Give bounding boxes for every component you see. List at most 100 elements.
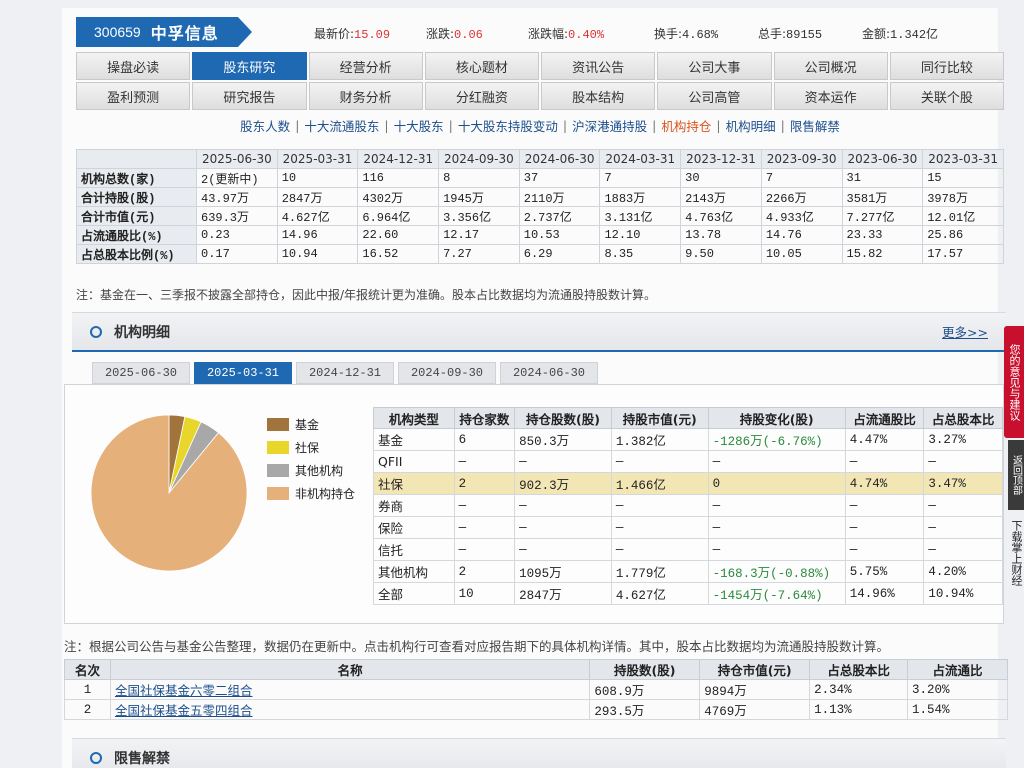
- subnav-link[interactable]: 股东人数: [240, 116, 290, 135]
- column-header: 2024-06-30: [518, 149, 601, 169]
- table-row: 占总股本比例(%) 0.17 10.94 16.52 7.27 6.29 8.35 9.50 1…: [76, 244, 1004, 264]
- section-title: 限售解禁: [114, 750, 170, 767]
- institution-summary-table: 2025-06-30 2025-03-31 2024-12-31 2024-09-30…: [76, 149, 1004, 264]
- institution-name-link[interactable]: 全国社保基金六零二组合: [109, 679, 591, 700]
- table-cell: 7: [760, 168, 843, 188]
- date-tab[interactable]: 2024-12-31: [296, 362, 394, 384]
- table-cell: 4.933亿: [760, 206, 843, 226]
- table-cell: —: [514, 538, 612, 561]
- subnav-link[interactable]: 十大流通股东: [304, 116, 379, 135]
- legend-item: 非机构持仓: [267, 482, 355, 505]
- subnav-link[interactable]: 沪深港通持股: [572, 116, 647, 135]
- table-cell: 其他机构: [373, 560, 455, 583]
- more-link[interactable]: 更多>>: [942, 322, 988, 341]
- institution-name-link[interactable]: 全国社保基金五零四组合: [109, 699, 591, 720]
- column-header: 2024-09-30: [438, 149, 520, 169]
- table-cell: 0.17: [196, 244, 278, 264]
- institution-row[interactable]: 全部 10 2847万 4.627亿 -1454万(-7.64%) 14.96% 10.94…: [373, 582, 1003, 605]
- nav-row-2: 盈利预测 研究报告 财务分析 分红融资 股本结构 公司高管 资本运作 关联个股: [76, 82, 1006, 110]
- table-cell: 16.52: [357, 244, 440, 264]
- nav-tab[interactable]: 研究报告: [192, 82, 307, 110]
- table-cell: 1.466亿: [610, 472, 709, 495]
- date-tab[interactable]: 2024-06-30: [500, 362, 598, 384]
- institution-row[interactable]: 信托 — — — — — —: [373, 538, 1003, 561]
- row-label: 合计市值(元): [76, 206, 197, 226]
- table-cell: 116: [357, 168, 440, 188]
- nav-row-1: 操盘必读 股东研究 经营分析 核心题材 资讯公告 公司大事 公司概况 同行比较: [76, 52, 1006, 80]
- row-label: 占流通股比(%): [76, 225, 197, 245]
- column-header: 持股数(股): [589, 659, 701, 680]
- quote-turnover: 换手:4.68%: [654, 27, 719, 42]
- table-cell: -1286万(-6.76%): [707, 428, 846, 451]
- institution-rank-table: 名次 名称 持股数(股) 持仓市值(元) 占总股本比 占流通比 1 全国社保基金六零二组合 60…: [64, 659, 1008, 720]
- table-cell: —: [707, 516, 846, 539]
- institution-row[interactable]: 其他机构 2 1095万 1.779亿 -168.3万(-0.88%) 5.75% 4.20…: [373, 560, 1003, 583]
- nav-tab[interactable]: 分红融资: [424, 82, 539, 110]
- table-cell: 3.356亿: [438, 206, 520, 226]
- nav-tab[interactable]: 核心题材: [424, 52, 539, 80]
- table-cell: 902.3万: [514, 472, 612, 495]
- holding-pie-chart: [90, 414, 248, 572]
- column-header: 持股市值(元): [610, 407, 709, 429]
- table-cell: 2: [64, 699, 111, 720]
- nav-tab[interactable]: 公司概况: [773, 52, 888, 80]
- nav-tab[interactable]: 经营分析: [308, 52, 423, 80]
- table-cell: —: [514, 494, 612, 517]
- nav-tab[interactable]: 关联个股: [889, 82, 1004, 110]
- feedback-button[interactable]: 您的意见与建议: [1004, 326, 1024, 438]
- date-tab[interactable]: 2025-06-30: [92, 362, 190, 384]
- institution-row[interactable]: 保险 — — — — — —: [373, 516, 1003, 539]
- table-cell: 4.74%: [844, 472, 925, 495]
- stock-header: 300659 中孚信息 最新价:15.09 涨跌:0.06 涨跌幅:0.40% …: [76, 17, 1006, 51]
- nav-tab[interactable]: 股本结构: [541, 82, 656, 110]
- subnav-link[interactable]: 机构持仓: [661, 116, 711, 135]
- table-cell: 2.737亿: [518, 206, 601, 226]
- nav-tab[interactable]: 财务分析: [308, 82, 423, 110]
- table-cell: 15.82: [841, 244, 924, 264]
- subnav-separator: |: [295, 117, 300, 133]
- row-label: 合计持股(股): [76, 187, 197, 207]
- subnav-link[interactable]: 十大股东持股变动: [458, 116, 558, 135]
- date-tab[interactable]: 2025-03-31: [194, 362, 292, 384]
- subnav-link[interactable]: 十大股东: [394, 116, 444, 135]
- subnav-link[interactable]: 限售解禁: [790, 116, 840, 135]
- institution-row[interactable]: 社保 2 902.3万 1.466亿 0 4.74% 3.47%: [373, 472, 1003, 495]
- table-cell: 15: [922, 168, 1004, 188]
- table-cell: 10.94%: [923, 582, 1003, 605]
- table-cell: —: [610, 450, 709, 473]
- table-cell: 4.627亿: [610, 582, 709, 605]
- table-cell: —: [453, 516, 516, 539]
- subnav-link[interactable]: 机构明细: [726, 116, 776, 135]
- table-cell: -168.3万(-0.88%): [707, 560, 846, 583]
- nav-tab[interactable]: 同行比较: [889, 52, 1004, 80]
- institution-row[interactable]: QFII — — — — — —: [373, 450, 1003, 473]
- table-cell: 850.3万: [514, 428, 612, 451]
- nav-tab[interactable]: 股东研究: [192, 52, 307, 80]
- nav-tab[interactable]: 资本运作: [773, 82, 888, 110]
- stock-name: 中孚信息: [150, 24, 219, 43]
- table-cell: 7.27: [438, 244, 520, 264]
- date-tab[interactable]: 2024-09-30: [398, 362, 496, 384]
- nav-tab[interactable]: 公司高管: [657, 82, 772, 110]
- legend-swatch: [267, 487, 289, 500]
- institution-row[interactable]: 基金 6 850.3万 1.382亿 -1286万(-6.76%) 4.47% 3.27%: [373, 428, 1003, 451]
- date-tabs: 2025-06-30 2025-03-31 2024-12-31 2024-09-30…: [92, 362, 602, 384]
- column-header: 2023-09-30: [760, 149, 843, 169]
- table-cell: —: [923, 538, 1003, 561]
- table-cell: 1945万: [438, 187, 520, 207]
- table-cell: 2(更新中): [196, 168, 278, 188]
- row-label: 机构总数(家): [76, 168, 197, 188]
- table-cell: 2: [453, 560, 516, 583]
- nav-tab[interactable]: 资讯公告: [541, 52, 656, 80]
- table-cell: 全部: [373, 582, 455, 605]
- nav-tab[interactable]: 操盘必读: [76, 52, 191, 80]
- nav-tab[interactable]: 盈利预测: [76, 82, 191, 110]
- section-title: 机构明细: [114, 324, 170, 341]
- institution-row[interactable]: 券商 — — — — — —: [373, 494, 1003, 517]
- legend-swatch: [267, 418, 289, 431]
- table-cell: 4769万: [699, 699, 811, 720]
- nav-tab[interactable]: 公司大事: [657, 52, 772, 80]
- back-to-top-button[interactable]: 返回顶部: [1008, 440, 1024, 510]
- table-cell: 12.01亿: [922, 206, 1004, 226]
- detail-panel: 基金 社保 其他机构 非机构持仓 机构类型 持仓家数 持仓股数(股) 持股市值(元) 持股变化…: [64, 384, 1004, 624]
